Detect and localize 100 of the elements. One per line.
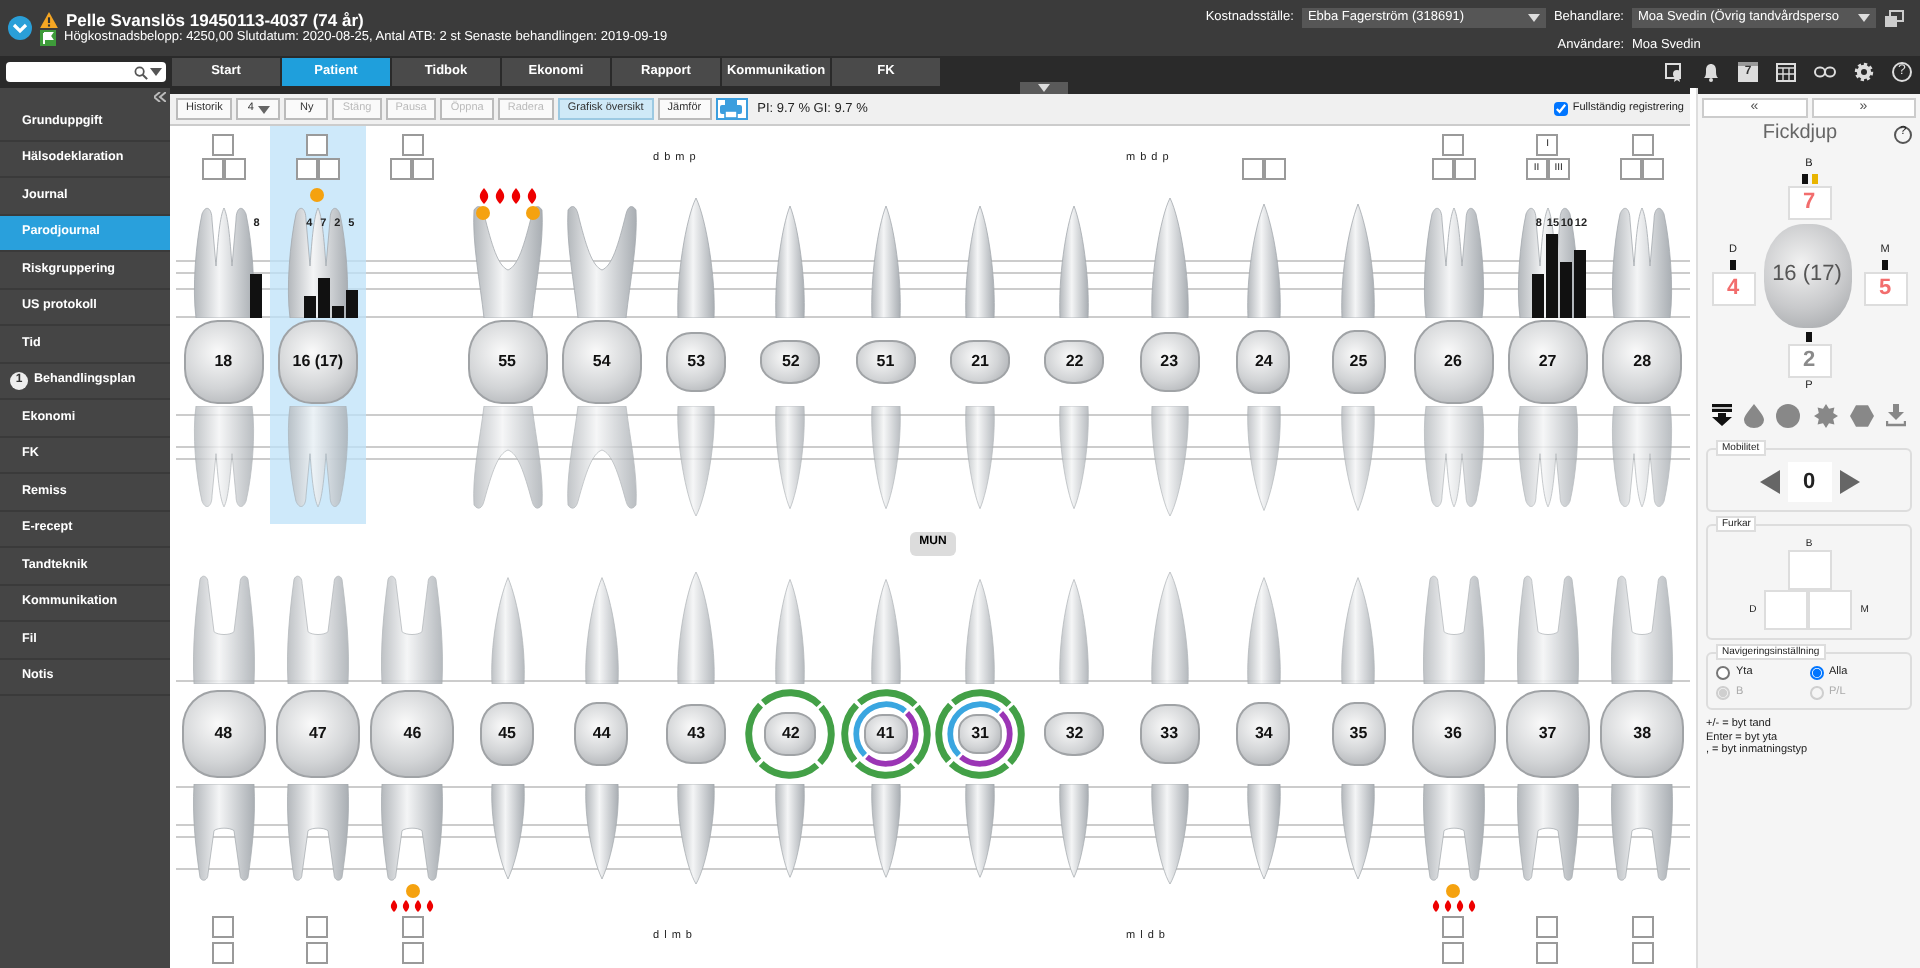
tooth-crown[interactable]: 47	[275, 690, 360, 778]
arrow-right-icon[interactable]	[1839, 470, 1859, 495]
tooth-crown[interactable]: 23	[1139, 332, 1200, 392]
furcation-box[interactable]	[1642, 157, 1665, 179]
furcation-box[interactable]	[295, 157, 318, 179]
furcation-box[interactable]	[401, 133, 424, 155]
tooth-crown[interactable]: 28	[1602, 320, 1683, 404]
tooth-crown[interactable]: 16 (17)	[277, 320, 358, 404]
furcation-box[interactable]	[1620, 157, 1643, 179]
furcation-box[interactable]	[1263, 157, 1286, 179]
furcation-box[interactable]	[223, 157, 246, 179]
download-icon[interactable]	[1885, 404, 1906, 429]
furcation-box[interactable]	[1536, 916, 1559, 938]
tooth-crown[interactable]: 31	[958, 714, 1003, 754]
marker-icon	[1801, 173, 1807, 184]
tooth-crown[interactable]: 21	[950, 340, 1011, 384]
checkbox[interactable]	[1554, 102, 1569, 116]
furcation-box[interactable]	[1631, 942, 1654, 964]
marker-icon	[1882, 259, 1888, 270]
tooth-number: 16 (17)	[1772, 262, 1842, 289]
hexagon-icon[interactable]	[1849, 404, 1874, 429]
marker-icon	[1806, 331, 1812, 342]
status-ring	[742, 686, 839, 782]
status-ring	[837, 686, 934, 782]
furcation-box[interactable]	[1536, 942, 1559, 964]
settings-icon[interactable]	[1854, 62, 1874, 82]
furcation-box[interactable]	[317, 157, 340, 179]
tooth-crown[interactable]: 33	[1139, 704, 1200, 764]
tooth-crown[interactable]: 38	[1600, 690, 1685, 778]
furcation-box[interactable]	[1442, 133, 1464, 155]
tooth-crown[interactable]: 41	[863, 714, 908, 754]
furcation-box[interactable]	[212, 916, 235, 938]
tooth-crown[interactable]: 54	[561, 320, 642, 404]
certificate-icon[interactable]	[1664, 62, 1684, 82]
furcation-box[interactable]	[212, 942, 235, 964]
printer-icon	[720, 100, 743, 118]
tooth-crown[interactable]: 27	[1507, 320, 1588, 404]
furcation-box[interactable]	[390, 157, 413, 179]
arrow-left-icon[interactable]	[1759, 470, 1779, 495]
tooth-crown[interactable]: 46	[370, 690, 455, 778]
tooth-crown[interactable]: 52	[760, 340, 821, 384]
furcation-box[interactable]	[212, 133, 235, 155]
tooth-crown[interactable]: 42	[764, 712, 817, 756]
furcation-box[interactable]	[401, 916, 424, 938]
depth-bar	[250, 273, 263, 318]
collapse-handle[interactable]	[1020, 82, 1068, 94]
tooth-crown[interactable]: 34	[1236, 702, 1291, 766]
tooth-crown[interactable]: 55	[467, 320, 548, 404]
furcation-box[interactable]	[1442, 942, 1464, 964]
tooth-crown[interactable]: 44	[574, 702, 629, 766]
furcation-box[interactable]	[412, 157, 435, 179]
furcation-box[interactable]	[306, 916, 329, 938]
drop-icon[interactable]	[1744, 404, 1765, 429]
tooth-crown[interactable]: 53	[666, 332, 727, 392]
tooth-crown[interactable]: 22	[1044, 340, 1105, 384]
tooth-crown[interactable]: 25	[1331, 330, 1386, 394]
print-button[interactable]	[715, 98, 748, 120]
tooth-crown[interactable]: 43	[666, 704, 727, 764]
mobility-value: 0	[1787, 462, 1831, 503]
furcation-box[interactable]	[201, 157, 224, 179]
furcation-box[interactable]	[1442, 916, 1464, 938]
tooth-crown[interactable]: 24	[1236, 330, 1291, 394]
tooth-crown[interactable]: 51	[855, 340, 916, 384]
expand-icon[interactable]	[8, 16, 32, 40]
radio-button[interactable]	[1809, 666, 1823, 681]
furcation-box[interactable]	[306, 133, 329, 155]
marker-icon	[1730, 259, 1736, 270]
arrow-down-icon[interactable]	[1712, 404, 1733, 427]
caret-icon	[257, 105, 270, 113]
panel-title: Fickdjup	[1760, 122, 1840, 146]
status-ring	[932, 686, 1029, 782]
furcation-box[interactable]	[1631, 916, 1654, 938]
tooth-crown[interactable]: 48	[181, 690, 266, 778]
tooth-crown[interactable]: 35	[1331, 702, 1386, 766]
tooth-crown[interactable]: 32	[1044, 712, 1105, 756]
caret-icon	[1527, 14, 1540, 23]
link-icon[interactable]	[1814, 66, 1836, 78]
furcation-box[interactable]	[306, 942, 329, 964]
tooth-crown[interactable]: 18	[183, 320, 264, 404]
star-badge-icon[interactable]	[1813, 404, 1838, 429]
bell-icon[interactable]	[1702, 62, 1720, 82]
collapse-icon[interactable]	[154, 91, 166, 101]
calendar-grid-icon[interactable]	[1776, 62, 1796, 82]
furcation-box[interactable]	[401, 942, 424, 964]
tooth-crown[interactable]: 45	[480, 702, 535, 766]
furcation-box[interactable]	[1431, 157, 1453, 179]
search-field[interactable]	[6, 62, 166, 82]
flag-icon	[40, 30, 56, 47]
furcation-box[interactable]	[1453, 157, 1475, 179]
circle-icon[interactable]	[1776, 404, 1801, 429]
caret-icon	[150, 68, 162, 76]
tooth-crown[interactable]: 36	[1411, 690, 1495, 778]
caret-icon	[1858, 14, 1870, 23]
radio-button[interactable]	[1716, 666, 1730, 681]
tooth-crown[interactable]: 37	[1505, 690, 1590, 778]
tooth-crown[interactable]: 26	[1413, 320, 1493, 404]
patient-name: Pelle Svanslös 19450113-4037 (74 år)	[66, 9, 364, 30]
furcation-box[interactable]	[1241, 157, 1264, 179]
furcation-box[interactable]	[1631, 133, 1654, 155]
window-icon[interactable]	[1884, 9, 1904, 28]
